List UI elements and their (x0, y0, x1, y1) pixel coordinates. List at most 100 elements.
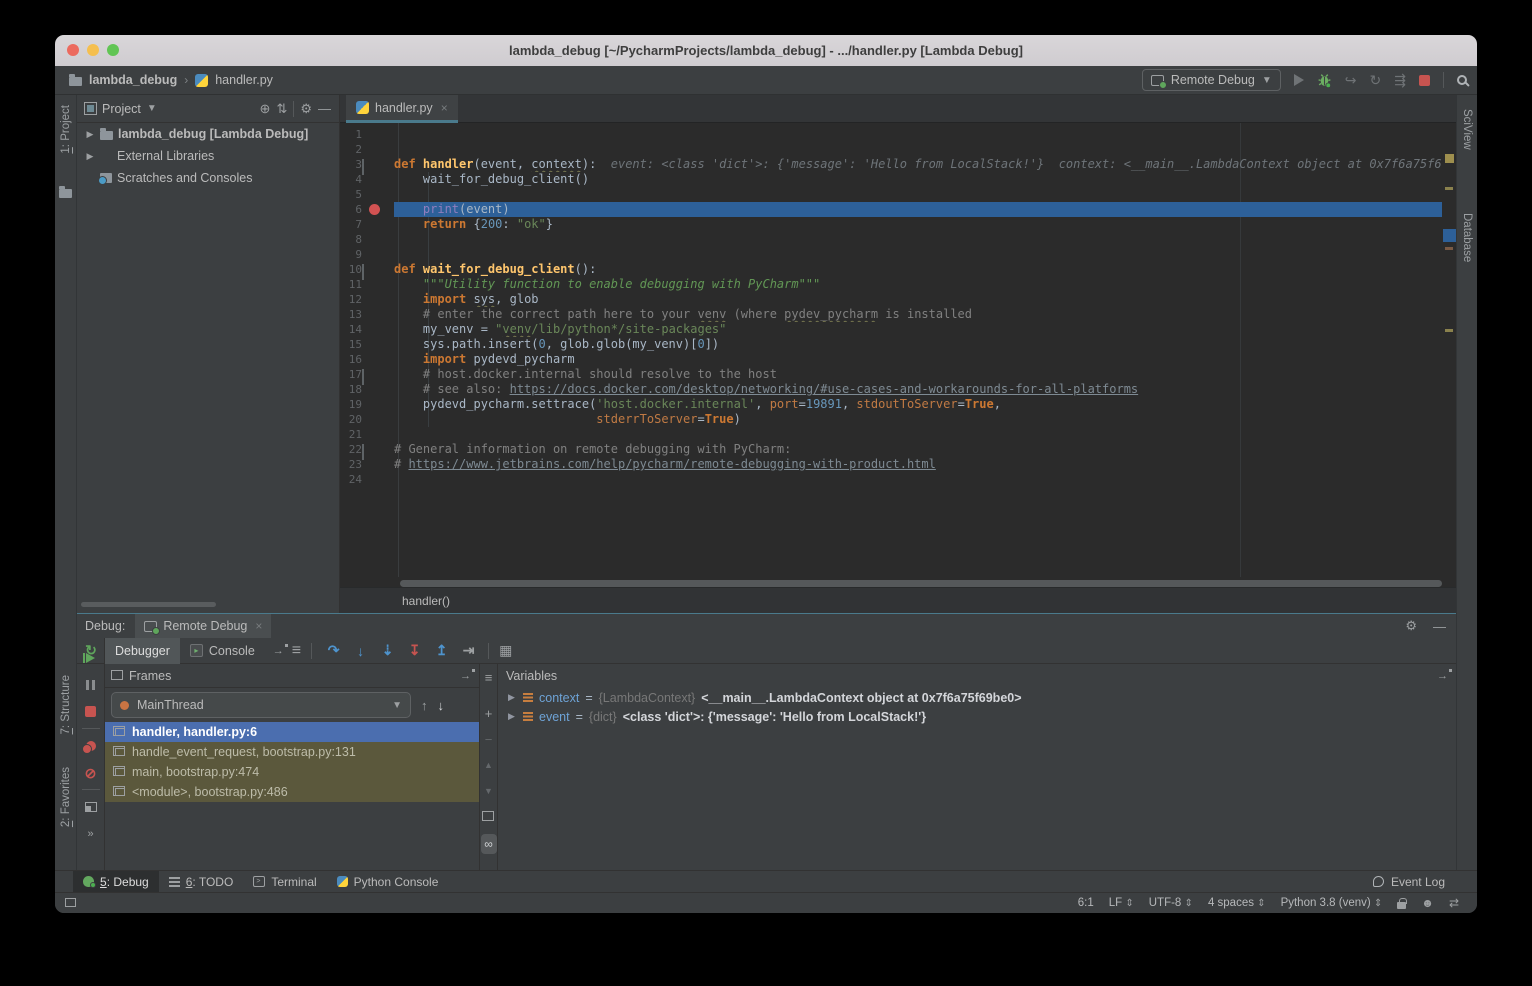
gutter[interactable] (366, 457, 394, 472)
gutter[interactable] (366, 367, 394, 382)
variable-row[interactable]: ▶context={LambdaContext}<__main__.Lambda… (498, 688, 1456, 707)
lock-icon[interactable] (1397, 902, 1406, 909)
code-text[interactable]: import pydevd_pycharm (394, 352, 1442, 367)
code-text[interactable] (394, 247, 1442, 262)
variable-row[interactable]: ▶event={dict}<class 'dict'>: {'message':… (498, 707, 1456, 726)
project-tree-item[interactable]: ▶External Libraries (77, 145, 339, 167)
code-text[interactable]: stderrToServer=True) (394, 412, 1442, 427)
hide-panel-icon[interactable]: — (1433, 619, 1446, 634)
coverage-icon[interactable]: ⇶ (1394, 73, 1406, 87)
gutter[interactable] (366, 217, 394, 232)
add-watch-icon[interactable]: + (480, 700, 497, 726)
gutter[interactable] (366, 397, 394, 412)
project-tree-item[interactable]: ▶lambda_debug [Lambda Debug] (77, 123, 339, 145)
expand-arrow-icon[interactable]: ▶ (508, 711, 517, 722)
tool-stripe-favorites[interactable]: 2: Favorites (55, 767, 76, 827)
caret-position[interactable]: 6:1 (1078, 897, 1094, 909)
search-everywhere-icon[interactable] (1457, 75, 1467, 85)
restore-layout-button[interactable] (77, 793, 104, 820)
interpreter-selector[interactable]: Python 3.8 (venv) ⇕ (1281, 897, 1383, 909)
gutter[interactable] (366, 172, 394, 187)
gutter[interactable] (366, 232, 394, 247)
locate-file-icon[interactable]: ⊕ (260, 101, 271, 117)
tab-console[interactable]: ▸ Console (180, 638, 265, 664)
code-text[interactable]: """Utility function to enable debugging … (394, 277, 1442, 292)
code-text[interactable]: my_venv = "venv/lib/python*/site-package… (394, 322, 1442, 337)
tool-stripe-database[interactable]: Database (1457, 213, 1477, 262)
line-ending-selector[interactable]: LF ⇕ (1109, 897, 1134, 909)
close-window-button[interactable] (67, 44, 79, 56)
gutter[interactable] (366, 157, 394, 172)
code-text[interactable]: def handler(event, context): event: <cla… (394, 157, 1442, 172)
debug-button[interactable] (1317, 73, 1332, 88)
code-text[interactable]: # General information on remote debuggin… (394, 442, 1442, 457)
minimize-window-button[interactable] (87, 44, 99, 56)
code-text[interactable]: # https://www.jetbrains.com/help/pycharm… (394, 457, 1442, 472)
indent-selector[interactable]: 4 spaces ⇕ (1208, 897, 1266, 909)
pin-tab-icon[interactable]: → (273, 645, 284, 657)
remove-watch-icon[interactable]: − (480, 726, 497, 752)
gutter[interactable] (366, 247, 394, 262)
frame-row[interactable]: handler, handler.py:6 (105, 722, 479, 742)
tool-window-button-todo[interactable]: 6: TODO (159, 871, 244, 892)
close-tab-icon[interactable]: × (441, 101, 448, 115)
editor-tab-handler[interactable]: handler.py × (346, 95, 458, 123)
breadcrumb-file[interactable]: handler.py (215, 73, 273, 87)
evaluate-expression-icon[interactable]: ▦ (499, 642, 512, 659)
tool-stripe-structure[interactable]: 7: Structure (55, 675, 76, 734)
code-text[interactable]: return {200: "ok"} (394, 217, 1442, 232)
mute-breakpoints-button[interactable]: ⊘ (77, 759, 104, 786)
gutter[interactable] (366, 262, 394, 277)
zoom-window-button[interactable] (107, 44, 119, 56)
tool-stripe-sciview[interactable]: SciView (1457, 109, 1477, 150)
pin-icon[interactable]: → (1437, 670, 1448, 682)
gear-icon[interactable]: ⚙ (300, 101, 312, 117)
thread-selector[interactable]: MainThread ▼ (111, 692, 411, 718)
profiler-icon[interactable]: ↻ (1370, 73, 1382, 87)
menu-icon[interactable]: ≡ (480, 664, 497, 690)
code-text[interactable] (394, 142, 1442, 157)
chevron-down-icon[interactable]: ▼ (147, 103, 157, 114)
sync-status-icon[interactable]: ⇄ (1449, 896, 1459, 910)
move-down-icon[interactable]: ▼ (480, 778, 497, 804)
gutter[interactable] (366, 127, 394, 142)
code-text[interactable] (394, 232, 1442, 247)
hscrollbar-thumb[interactable] (400, 580, 1442, 587)
duplicate-watch-icon[interactable] (480, 804, 497, 830)
frame-row[interactable]: handle_event_request, bootstrap.py:131 (105, 742, 479, 762)
error-stripe[interactable] (1443, 151, 1456, 541)
move-up-icon[interactable]: ▲ (480, 752, 497, 778)
tab-debugger[interactable]: Debugger (105, 638, 180, 664)
code-text[interactable]: # see also: https://docs.docker.com/desk… (394, 382, 1442, 397)
run-to-cursor-icon[interactable]: ⇥ (455, 642, 482, 659)
step-out-icon[interactable]: ↥ (428, 642, 455, 659)
collapse-all-icon[interactable]: ⇅ (276, 101, 287, 117)
attach-to-process-icon[interactable]: ↪ (1345, 73, 1357, 87)
code-text[interactable]: def wait_for_debug_client(): (394, 262, 1442, 277)
stop-button[interactable] (77, 698, 104, 725)
code-text[interactable] (394, 427, 1442, 442)
force-step-into-icon[interactable]: ⇣ (374, 642, 401, 659)
code-text[interactable]: sys.path.insert(0, glob.glob(my_venv)[0]… (394, 337, 1442, 352)
code-text[interactable]: pydevd_pycharm.settrace('host.docker.int… (394, 397, 1442, 412)
next-frame-icon[interactable]: ↓ (438, 698, 445, 713)
expand-arrow-icon[interactable]: ▶ (508, 692, 517, 703)
expand-arrow-icon[interactable]: ▶ (85, 129, 95, 140)
previous-frame-icon[interactable]: ↑ (421, 698, 428, 713)
close-session-icon[interactable]: × (255, 619, 262, 633)
hector-inspections-icon[interactable]: ☻ (1421, 896, 1434, 910)
gear-icon[interactable]: ⚙ (1405, 618, 1417, 634)
gutter[interactable] (366, 352, 394, 367)
expand-arrow-icon[interactable]: ▶ (85, 151, 95, 162)
project-tree-item[interactable]: Scratches and Consoles (77, 167, 339, 189)
resume-button[interactable] (77, 644, 104, 671)
code-text[interactable]: # host.docker.internal should resolve to… (394, 367, 1442, 382)
pause-button[interactable] (77, 671, 104, 698)
code-text[interactable]: # enter the correct path here to your ve… (394, 307, 1442, 322)
code-text[interactable] (394, 127, 1442, 142)
favorites-folder-icon[interactable] (55, 187, 76, 198)
editor-hscrollbar[interactable] (400, 580, 1446, 587)
gutter[interactable] (366, 307, 394, 322)
gutter[interactable] (366, 427, 394, 442)
gutter[interactable] (366, 382, 394, 397)
